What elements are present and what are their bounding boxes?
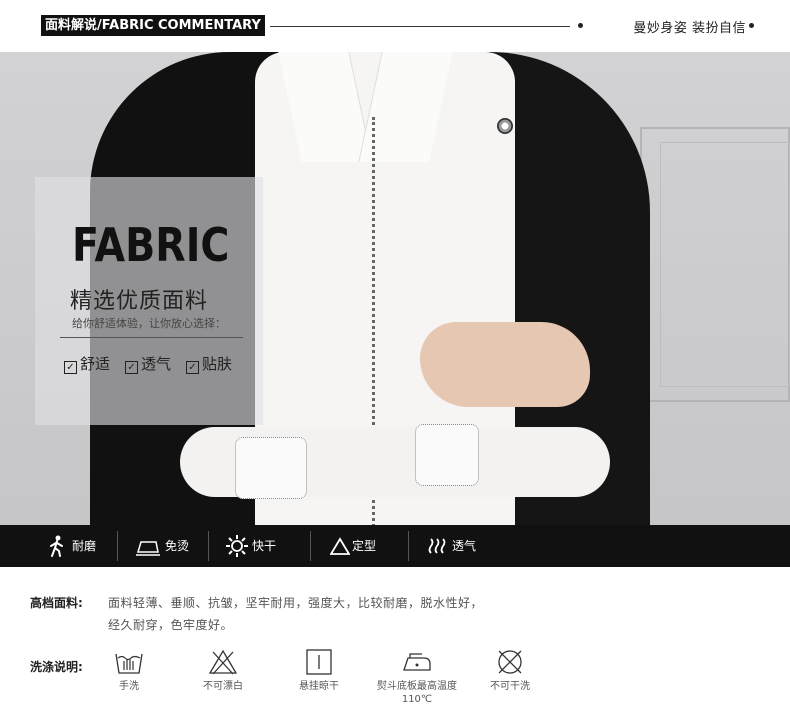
cuff-right [415,424,479,486]
wash-label: 手洗 [119,681,139,692]
no-dry-clean-icon [498,650,522,674]
panel-heading: FABRIC [72,218,230,272]
header-slogan: 曼妙身姿 装扮自信 [633,21,746,36]
bullet-dot-icon [578,23,583,28]
property-separator [208,531,209,561]
hand-wash-icon [115,653,143,674]
feature-comfort: ✓ 舒适 [64,353,110,374]
panel-subtitle: 给你舒适体验，让你放心选择： [72,317,226,330]
checkbox-checked-icon: ✓ [186,361,199,374]
header-divider [270,26,570,27]
wash-label: 不可漂白 [203,681,243,692]
wash-item-no-dry-clean: 不可干洗 [470,648,550,693]
sun-icon [226,535,248,557]
iron-icon [136,541,160,556]
feature-skin-friendly: ✓ 贴肤 [186,353,232,374]
feature-label: 舒适 [80,355,111,373]
wash-item-hang-dry: 悬挂晾干 [279,648,359,693]
wave-icon [428,538,446,554]
brooch-icon [497,118,513,134]
panel-title: 精选优质面料 [70,289,209,314]
property-separator [408,531,409,561]
wash-item-iron-temp: 熨斗底板最高温度110℃ [375,648,459,706]
feature-label: 贴肤 [202,355,233,373]
bullet-dot-icon [749,23,754,28]
fabric-info-line-1: 面料轻薄、垂顺、抗皱，坚牢耐用，强度大，比较耐磨，脱水性好， [108,596,484,610]
feature-breathable: ✓ 透气 [125,353,171,374]
property-label: 耐磨 [72,539,97,553]
section-tag: 面料解说/FABRIC COMMENTARY [41,15,265,36]
wash-item-no-bleach: 不可漂白 [183,648,263,693]
cuff-left [235,437,307,499]
walking-person-icon [50,535,63,557]
fabric-info-line-2: 经久耐穿，色牢度好。 [108,618,234,632]
property-label: 定型 [352,539,377,553]
property-separator [310,531,311,561]
wash-label: 悬挂晾干 [299,681,339,692]
checkbox-checked-icon: ✓ [125,361,138,374]
hang-dry-icon [306,649,332,675]
fabric-info-label: 高档面料: [30,596,83,610]
section-header: 面料解说/FABRIC COMMENTARY 曼妙身姿 装扮自信 [0,0,790,52]
wash-info-label: 洗涤说明: [30,660,83,674]
model-hand [420,322,590,407]
property-label: 快干 [252,539,277,553]
feature-label: 透气 [141,355,172,373]
iron-temp-icon [403,653,431,671]
property-separator [117,531,118,561]
property-label: 免烫 [165,539,190,553]
wash-item-hand-wash: 手洗 [89,648,169,693]
wall-molding-inner [660,142,790,387]
panel-divider [60,337,243,338]
property-label: 透气 [452,539,477,553]
no-bleach-icon [208,649,238,675]
wash-label: 熨斗底板最高温度110℃ [377,681,457,705]
properties-strip [0,525,790,567]
triangle-icon [330,537,350,555]
checkbox-checked-icon: ✓ [64,361,77,374]
wash-label: 不可干洗 [490,681,530,692]
